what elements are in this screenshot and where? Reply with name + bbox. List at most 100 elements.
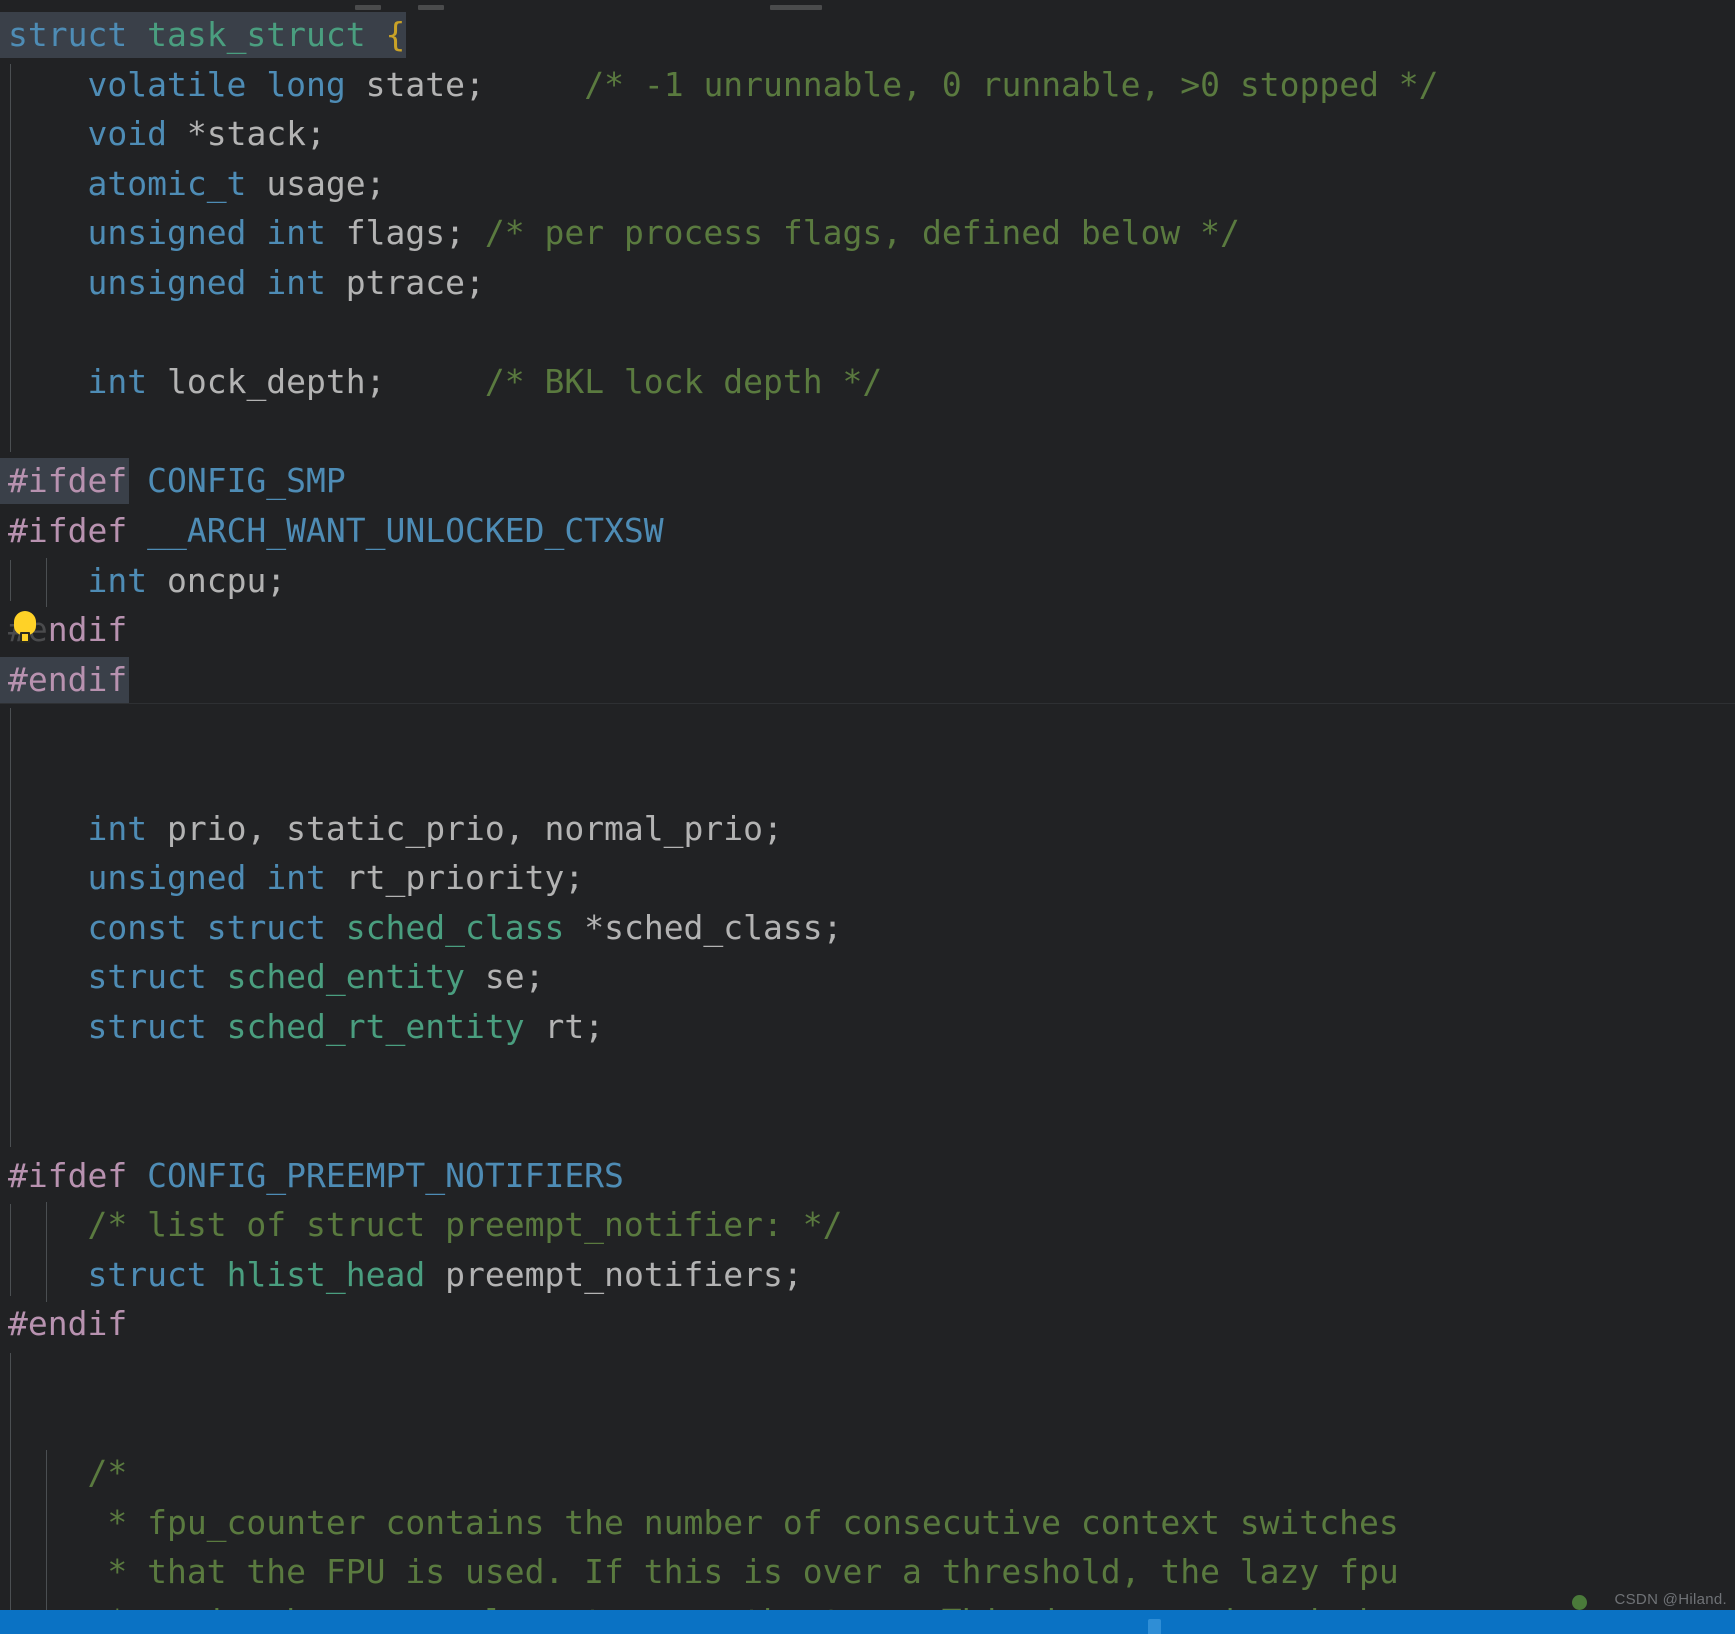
token-pun: [127, 461, 147, 500]
token-cmt: /* BKL lock depth */: [484, 362, 883, 402]
code-line[interactable]: void *stack;: [0, 109, 1735, 159]
token-pun: [326, 213, 346, 252]
token-pun: [8, 1552, 107, 1591]
token-pun: [127, 511, 147, 550]
code-line[interactable]: [0, 1051, 1735, 1101]
token-pun: [167, 114, 187, 153]
token-pun: [8, 809, 87, 848]
token-typ: task_struct: [147, 15, 366, 54]
token-pun: [8, 65, 87, 104]
token-id: rt;: [544, 1006, 605, 1046]
code-line[interactable]: #endif: [0, 605, 1735, 655]
lightbulb-base: [20, 632, 30, 644]
code-line-text: #ifdef CONFIG_SMP: [0, 461, 346, 500]
code-line-text: int lock_depth; /* BKL lock depth */: [0, 362, 882, 401]
code-line[interactable]: [0, 308, 1735, 358]
token-id: lock_depth;: [166, 362, 386, 402]
code-line[interactable]: [0, 1399, 1735, 1449]
code-line[interactable]: [0, 704, 1735, 754]
code-line[interactable]: #ifdef CONFIG_PREEMPT_NOTIFIERS: [0, 1151, 1735, 1201]
code-line[interactable]: struct sched_rt_entity rt;: [0, 1002, 1735, 1052]
token-cmt: * saving becomes unlazy to save the trap…: [107, 1602, 1418, 1610]
token-pun: [207, 1007, 227, 1046]
token-pun: [127, 15, 147, 54]
code-line[interactable]: [0, 1349, 1735, 1399]
token-pun: [246, 164, 266, 203]
token-kw: int: [266, 858, 326, 898]
token-mac: CONFIG_PREEMPT_NOTIFIERS: [147, 1155, 624, 1195]
token-pre: #ifdef: [8, 461, 128, 501]
code-line[interactable]: unsigned int flags; /* per process flags…: [0, 208, 1735, 258]
code-line[interactable]: #endif: [0, 655, 1735, 705]
code-line-text: struct task_struct {: [0, 15, 405, 54]
code-line[interactable]: unsigned int ptrace;: [0, 258, 1735, 308]
code-line[interactable]: * saving becomes unlazy to save the trap…: [0, 1597, 1735, 1610]
code-line[interactable]: [0, 754, 1735, 804]
code-line[interactable]: volatile long state; /* -1 unrunnable, 0…: [0, 60, 1735, 110]
token-pun: [326, 858, 346, 897]
code-line-text: void *stack;: [0, 114, 325, 153]
token-pun: [8, 1602, 107, 1610]
token-pun: [147, 809, 167, 848]
token-pun: [8, 908, 87, 947]
code-line[interactable]: /*: [0, 1448, 1735, 1498]
token-pun: [8, 957, 87, 996]
code-line[interactable]: #endif: [0, 1299, 1735, 1349]
token-cmt: /* list of struct preempt_notifier: */: [87, 1205, 843, 1245]
code-line[interactable]: const struct sched_class *sched_class;: [0, 903, 1735, 953]
token-id: *sched_class;: [584, 907, 843, 947]
code-line[interactable]: int oncpu;: [0, 556, 1735, 606]
token-kw: unsigned: [87, 213, 247, 253]
code-line-text: struct sched_entity se;: [0, 957, 544, 996]
code-line[interactable]: /* list of struct preempt_notifier: */: [0, 1200, 1735, 1250]
token-pun: [246, 65, 266, 104]
token-kw: const: [87, 907, 187, 947]
code-line[interactable]: #ifdef __ARCH_WANT_UNLOCKED_CTXSW: [0, 506, 1735, 556]
code-line-text: #ifdef CONFIG_PREEMPT_NOTIFIERS: [0, 1156, 624, 1195]
token-mac: CONFIG_SMP: [147, 461, 346, 501]
code-line[interactable]: int lock_depth; /* BKL lock depth */: [0, 357, 1735, 407]
token-id: rt_priority;: [345, 858, 585, 898]
code-editor-surface[interactable]: struct task_struct { volatile long state…: [0, 10, 1735, 1610]
code-line-text: #endif: [0, 1304, 127, 1343]
token-pun: [485, 65, 584, 104]
code-line[interactable]: struct hlist_head preempt_notifiers;: [0, 1250, 1735, 1300]
token-id: se;: [484, 957, 545, 997]
token-kw: volatile: [87, 64, 247, 104]
token-id: oncpu;: [166, 560, 287, 600]
token-brc: {: [385, 15, 406, 54]
token-pre: #endif: [8, 1304, 128, 1344]
code-line[interactable]: [0, 1101, 1735, 1151]
code-line[interactable]: struct task_struct {: [0, 10, 1735, 60]
token-pun: [8, 1205, 87, 1244]
token-kw: long: [266, 64, 346, 104]
code-line[interactable]: struct sched_entity se;: [0, 952, 1735, 1002]
code-line-text: int prio, static_prio, normal_prio;: [0, 809, 782, 848]
code-line[interactable]: #ifdef CONFIG_SMP: [0, 456, 1735, 506]
status-bar[interactable]: [0, 1610, 1735, 1634]
token-cmt: * that the FPU is used. If this is over …: [107, 1552, 1399, 1592]
token-typ: hlist_head: [226, 1254, 426, 1294]
token-pun: [326, 263, 346, 302]
token-pun: [127, 1156, 147, 1195]
code-line-text: unsigned int flags; /* per process flags…: [0, 213, 1239, 253]
watermark-label: CSDN @Hiland.: [1614, 1591, 1727, 1608]
lightbulb-icon[interactable]: [14, 611, 36, 645]
token-typ: sched_class: [345, 907, 565, 947]
code-line[interactable]: int prio, static_prio, normal_prio;: [0, 804, 1735, 854]
code-line[interactable]: [0, 407, 1735, 457]
token-kw: atomic_t: [87, 163, 247, 203]
code-line-text: struct sched_rt_entity rt;: [0, 1007, 604, 1046]
code-line[interactable]: * that the FPU is used. If this is over …: [0, 1547, 1735, 1597]
token-kw: struct: [87, 957, 207, 997]
code-line[interactable]: atomic_t usage;: [0, 159, 1735, 209]
code-line[interactable]: * fpu_counter contains the number of con…: [0, 1498, 1735, 1548]
code-line[interactable]: unsigned int rt_priority;: [0, 853, 1735, 903]
token-kw: unsigned: [87, 262, 247, 302]
code-line-text: * that the FPU is used. If this is over …: [0, 1552, 1399, 1592]
token-pun: [8, 858, 87, 897]
